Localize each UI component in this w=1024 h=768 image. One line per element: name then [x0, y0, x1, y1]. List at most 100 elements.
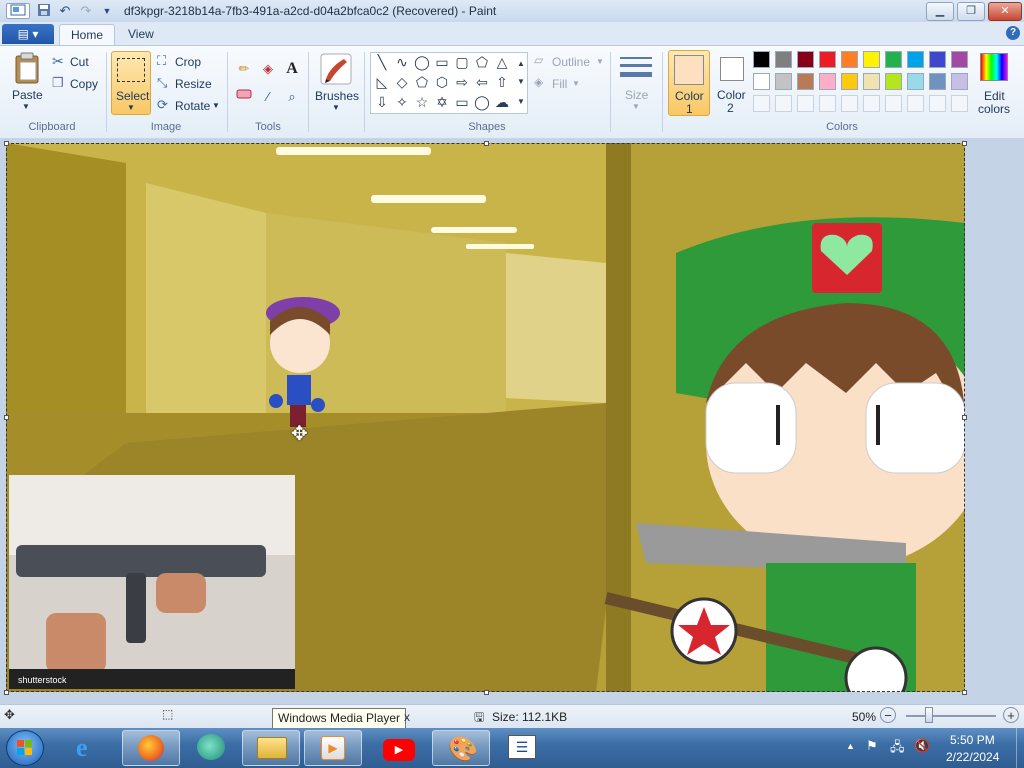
oval-shape-icon[interactable]: ◯ — [414, 54, 430, 70]
palette-swatch-empty[interactable] — [885, 95, 902, 112]
palette-swatch-empty[interactable] — [819, 95, 836, 112]
shapes-more-icon[interactable]: ▼ — [513, 94, 529, 110]
pentagon-shape-icon[interactable]: ⬠ — [414, 74, 430, 90]
taskbar-firefox[interactable] — [122, 730, 180, 766]
six-point-star-shape-icon[interactable]: ✡ — [434, 94, 450, 110]
palette-swatch[interactable] — [841, 51, 858, 68]
up-arrow-shape-icon[interactable]: ⇧ — [494, 74, 510, 90]
curve-shape-icon[interactable]: ∿ — [394, 54, 410, 70]
fill-button[interactable]: ◈ Fill ▼ — [534, 75, 594, 93]
down-arrow-shape-icon[interactable]: ⇩ — [374, 94, 390, 110]
polygon-shape-icon[interactable]: ⬠ — [474, 54, 490, 70]
volume-muted-icon[interactable]: 🔇 — [914, 738, 930, 754]
palette-swatch[interactable] — [907, 51, 924, 68]
rotate-button[interactable]: ⟳ Rotate ▼ — [157, 97, 223, 115]
resize-handle-bottom-right[interactable] — [962, 690, 967, 695]
rectangle-shape-icon[interactable]: ▭ — [434, 54, 450, 70]
palette-swatch[interactable] — [753, 51, 770, 68]
tab-view[interactable]: View — [117, 24, 165, 45]
crop-button[interactable]: ⛶ Crop — [157, 53, 217, 71]
copy-button[interactable]: ❐ Copy — [52, 75, 102, 93]
palette-swatch-empty[interactable] — [797, 95, 814, 112]
taskbar-windows-media-player[interactable]: ▶ — [304, 730, 362, 766]
four-point-star-shape-icon[interactable]: ✧ — [394, 94, 410, 110]
network-icon[interactable]: 🖧 — [890, 738, 905, 760]
resize-handle-left[interactable] — [4, 415, 9, 420]
palette-swatch[interactable] — [797, 51, 814, 68]
clock-date[interactable]: 2/22/2024 — [946, 750, 999, 764]
diamond-shape-icon[interactable]: ◇ — [394, 74, 410, 90]
palette-swatch[interactable] — [929, 51, 946, 68]
palette-swatch-empty[interactable] — [907, 95, 924, 112]
right-triangle-shape-icon[interactable]: ◺ — [374, 74, 390, 90]
palette-swatch[interactable] — [885, 51, 902, 68]
taskbar-internet-explorer[interactable]: e — [62, 730, 120, 766]
paint-app-icon[interactable] — [6, 3, 30, 19]
oval-callout-shape-icon[interactable]: ◯ — [474, 94, 490, 110]
palette-swatch[interactable] — [951, 51, 968, 68]
minimize-button[interactable]: ▁ — [926, 2, 954, 21]
palette-swatch-empty[interactable] — [841, 95, 858, 112]
outline-button[interactable]: ▱ Outline ▼ — [534, 53, 606, 71]
palette-swatch-empty[interactable] — [753, 95, 770, 112]
action-center-flag-icon[interactable]: ⚑ — [866, 738, 878, 754]
palette-swatch[interactable] — [775, 51, 792, 68]
save-icon[interactable] — [36, 3, 52, 19]
magnifier-icon[interactable]: ⌕ — [281, 86, 303, 108]
undo-icon[interactable]: ↶ — [57, 3, 73, 19]
taskbar-youtube[interactable]: ▶ — [370, 730, 428, 766]
zoom-out-button[interactable]: − — [880, 707, 896, 723]
edit-colors-button[interactable]: Edit colors — [976, 51, 1012, 116]
line-shape-icon[interactable]: ╲ — [374, 54, 390, 70]
hexagon-shape-icon[interactable]: ⬡ — [434, 74, 450, 90]
palette-swatch[interactable] — [907, 73, 924, 90]
right-arrow-shape-icon[interactable]: ⇨ — [454, 74, 470, 90]
size-button[interactable]: Size ▼ — [616, 52, 656, 114]
eraser-icon[interactable] — [233, 86, 255, 108]
maximize-button[interactable]: ❐ — [957, 2, 985, 21]
resize-handle-top-left[interactable] — [4, 141, 9, 146]
file-menu-button[interactable]: ▤ ▾ — [2, 24, 54, 44]
taskbar-paint[interactable]: 🎨 — [432, 730, 490, 766]
resize-handle-right[interactable] — [962, 415, 967, 420]
palette-swatch-empty[interactable] — [775, 95, 792, 112]
resize-handle-top[interactable] — [484, 141, 489, 146]
resize-handle-bottom-left[interactable] — [4, 690, 9, 695]
five-point-star-shape-icon[interactable]: ☆ — [414, 94, 430, 110]
palette-swatch[interactable] — [885, 73, 902, 90]
palette-swatch[interactable] — [863, 51, 880, 68]
close-button[interactable]: ✕ — [988, 2, 1022, 21]
quick-access-dropdown-icon[interactable]: ▼ — [99, 3, 115, 19]
resize-button[interactable]: ⤡ Resize — [157, 75, 217, 93]
taskbar-media-center[interactable] — [182, 730, 240, 766]
redo-icon[interactable]: ↷ — [78, 3, 94, 19]
resize-handle-bottom[interactable] — [484, 690, 489, 695]
rounded-callout-shape-icon[interactable]: ▭ — [454, 94, 470, 110]
clock-time[interactable]: 5:50 PM — [950, 733, 995, 747]
shapes-scroll-down-icon[interactable]: ▼ — [513, 74, 529, 90]
palette-swatch-empty[interactable] — [929, 95, 946, 112]
zoom-slider-track[interactable] — [906, 715, 996, 717]
color1-button[interactable]: Color 1 — [668, 50, 710, 116]
color2-button[interactable]: Color 2 — [714, 50, 750, 116]
color-picker-icon[interactable]: ⁄ — [257, 86, 279, 108]
palette-swatch[interactable] — [797, 73, 814, 90]
text-icon[interactable]: A — [281, 58, 303, 80]
taskbar-file-explorer[interactable] — [242, 730, 300, 766]
start-button[interactable] — [6, 730, 44, 766]
palette-swatch-empty[interactable] — [863, 95, 880, 112]
palette-swatch[interactable] — [951, 73, 968, 90]
triangle-shape-icon[interactable]: △ — [494, 54, 510, 70]
zoom-slider-thumb[interactable] — [925, 707, 933, 723]
show-hidden-icons[interactable]: ▲ — [846, 741, 855, 751]
zoom-in-button[interactable]: + — [1003, 707, 1019, 723]
palette-swatch[interactable] — [775, 73, 792, 90]
pencil-icon[interactable]: ✏ — [233, 58, 255, 80]
rounded-rectangle-shape-icon[interactable]: ▢ — [454, 54, 470, 70]
resize-handle-top-right[interactable] — [962, 141, 967, 146]
palette-swatch[interactable] — [753, 73, 770, 90]
palette-swatch[interactable] — [841, 73, 858, 90]
palette-swatch[interactable] — [929, 73, 946, 90]
palette-swatch-empty[interactable] — [951, 95, 968, 112]
show-desktop-button[interactable] — [1016, 728, 1024, 768]
